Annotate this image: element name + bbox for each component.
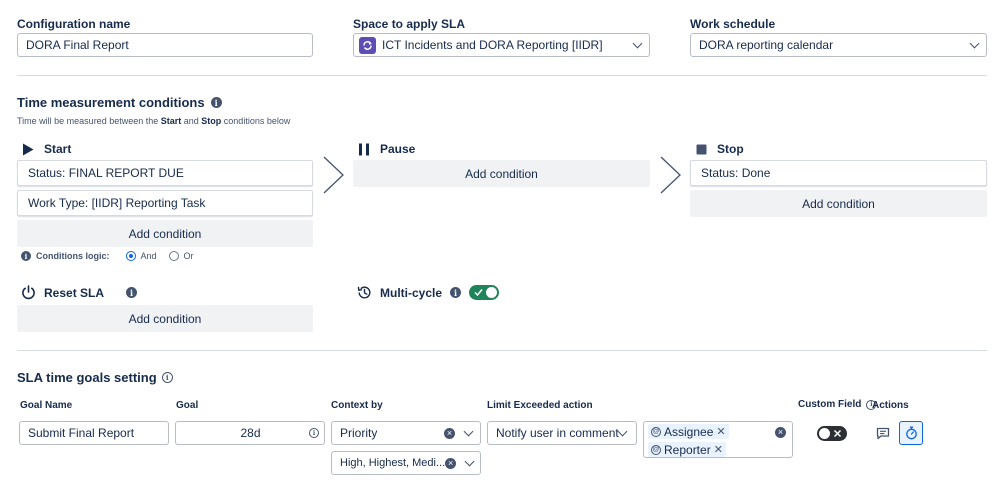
time-measurement-subtitle: Time will be measured between the Start … <box>17 116 291 126</box>
recipient-tag-reporter: @ Reporter ✕ <box>648 442 726 457</box>
goals-header: SLA time goals setting i <box>17 370 173 385</box>
schedule-label: Work schedule <box>690 17 776 31</box>
context-priority-select[interactable]: Priority × <box>331 421 481 445</box>
comment-action-button[interactable] <box>872 422 894 444</box>
logic-and-label: And <box>140 251 157 261</box>
multicycle-toggle[interactable] <box>469 285 500 300</box>
goal-duration-input[interactable]: 28d i <box>175 421 325 445</box>
chevron-down-icon <box>617 426 628 436</box>
stop-header: Stop <box>696 142 744 156</box>
clear-icon[interactable]: × <box>444 427 455 439</box>
chevron-right-icon <box>660 156 681 194</box>
col-actions: Actions <box>872 400 909 411</box>
time-measurement-title: Time measurement conditions <box>17 95 205 110</box>
at-icon: @ <box>651 444 661 455</box>
start-condition-status[interactable]: Status: FINAL REPORT DUE <box>17 160 313 186</box>
stop-add-condition-button[interactable]: Add condition <box>690 190 987 217</box>
info-icon[interactable]: i <box>309 428 319 438</box>
space-project-icon <box>359 36 376 54</box>
close-icon <box>833 429 842 438</box>
clear-icon[interactable]: × <box>775 427 786 438</box>
start-title: Start <box>44 142 72 156</box>
logic-and-radio[interactable] <box>125 251 136 261</box>
chevron-down-icon <box>463 426 474 436</box>
timer-action-button[interactable] <box>899 421 923 445</box>
remove-icon[interactable]: ✕ <box>714 443 723 456</box>
goals-title: SLA time goals setting <box>17 370 157 385</box>
col-custom-field: Custom Field <box>798 399 862 410</box>
context-values-select[interactable]: High, Highest, Medi... × <box>331 451 481 475</box>
info-icon[interactable]: i <box>126 287 138 298</box>
divider <box>17 75 987 76</box>
pause-title: Pause <box>380 142 416 156</box>
start-add-condition-button[interactable]: Add condition <box>17 220 313 247</box>
space-select[interactable]: ICT Incidents and DORA Reporting [IIDR] <box>353 33 650 57</box>
limit-action-select[interactable]: Notify user in comment <box>487 421 637 445</box>
pause-header: Pause <box>358 142 415 156</box>
config-name-value: DORA Final Report <box>26 38 129 52</box>
toggle-knob <box>486 287 498 298</box>
space-label: Space to apply SLA <box>353 17 466 31</box>
divider <box>17 350 987 351</box>
config-name-input[interactable]: DORA Final Report <box>17 33 313 57</box>
stopwatch-icon <box>905 426 917 440</box>
schedule-select[interactable]: DORA reporting calendar <box>690 33 987 57</box>
reset-header: Reset SLA i <box>21 285 138 300</box>
logic-or-radio[interactable] <box>168 251 179 261</box>
play-icon <box>23 143 34 155</box>
toggle-knob <box>819 428 830 439</box>
at-icon: @ <box>651 426 661 437</box>
time-measurement-header: Time measurement conditions i <box>17 95 222 110</box>
custom-field-toggle[interactable] <box>817 426 847 441</box>
info-icon[interactable]: i <box>161 372 173 383</box>
reset-title: Reset SLA <box>44 285 105 300</box>
stop-icon <box>696 144 707 154</box>
col-goal-name: Goal Name <box>20 400 73 411</box>
chevron-down-icon <box>969 38 980 48</box>
logic-or-label: Or <box>183 251 194 261</box>
goal-name-input[interactable]: Submit Final Report <box>19 421 169 445</box>
pause-icon <box>359 143 369 155</box>
col-context: Context by <box>331 400 383 411</box>
info-icon[interactable]: i <box>21 251 31 261</box>
start-condition-worktype[interactable]: Work Type: [IIDR] Reporting Task <box>17 190 313 216</box>
recipients-select[interactable]: @ Assignee ✕ @ Reporter ✕ × <box>643 421 793 458</box>
pause-add-condition-button[interactable]: Add condition <box>353 160 650 187</box>
info-icon[interactable]: i <box>210 97 222 108</box>
remove-icon[interactable]: ✕ <box>716 425 725 438</box>
space-value: ICT Incidents and DORA Reporting [IIDR] <box>382 38 603 52</box>
chevron-down-icon <box>632 38 643 48</box>
col-goal: Goal <box>176 400 199 411</box>
start-header: Start <box>22 142 71 156</box>
history-icon <box>357 286 371 299</box>
reset-add-condition-button[interactable]: Add condition <box>17 305 313 332</box>
chevron-right-icon <box>323 156 344 194</box>
info-icon[interactable]: i <box>450 287 462 298</box>
conditions-logic-label: Conditions logic: <box>36 251 110 261</box>
col-limit: Limit Exceeded action <box>487 400 593 411</box>
schedule-value: DORA reporting calendar <box>699 38 834 52</box>
stop-condition-status[interactable]: Status: Done <box>690 160 987 186</box>
recipient-tag-assignee: @ Assignee ✕ <box>648 424 729 439</box>
chevron-down-icon <box>464 456 475 466</box>
config-name-label: Configuration name <box>17 17 131 31</box>
col-custom-field-wrap: Custom Field i <box>798 399 877 410</box>
stop-title: Stop <box>717 142 744 156</box>
check-icon <box>474 289 483 297</box>
clear-icon[interactable]: × <box>445 457 457 469</box>
multicycle-title: Multi-cycle <box>380 285 443 300</box>
conditions-logic: i Conditions logic: And Or <box>21 251 194 261</box>
power-icon <box>22 285 35 300</box>
multicycle-header: Multi-cycle i <box>357 285 500 300</box>
comment-icon <box>876 427 890 439</box>
